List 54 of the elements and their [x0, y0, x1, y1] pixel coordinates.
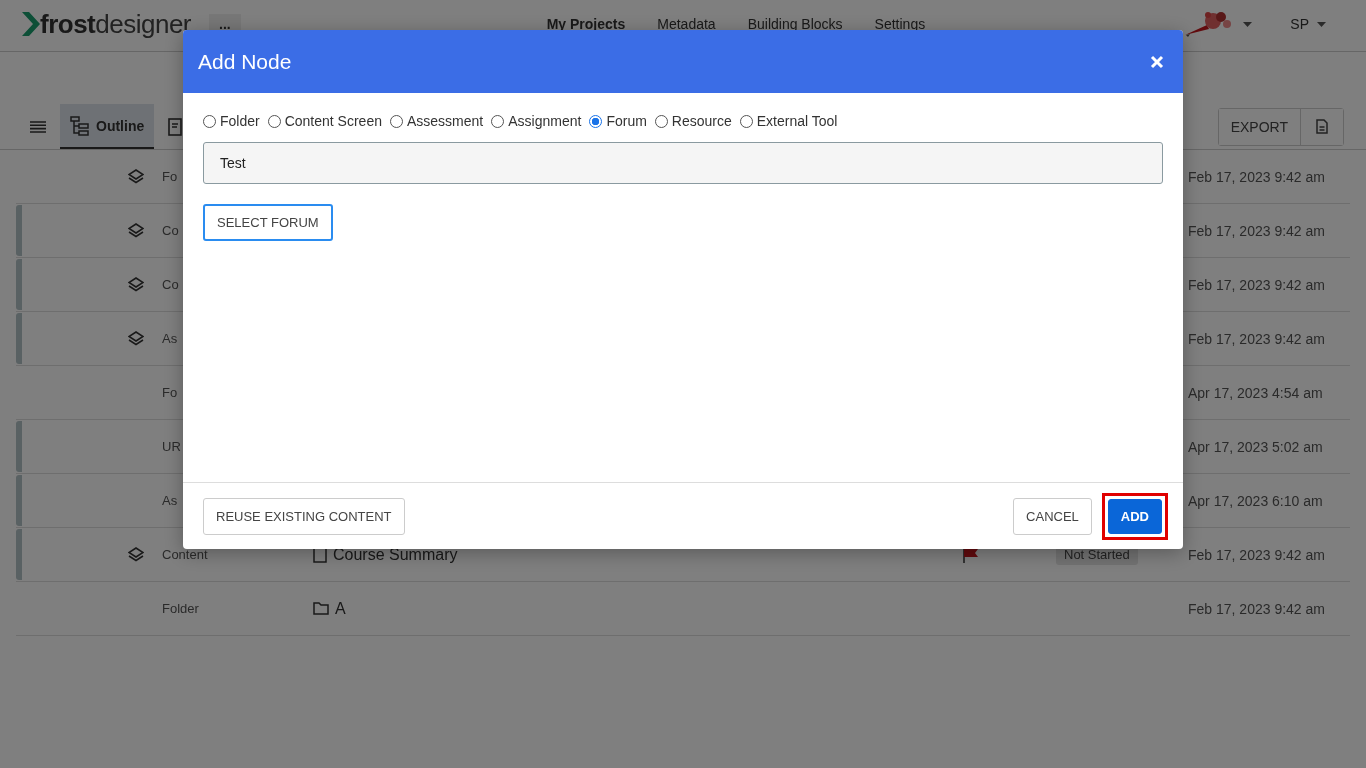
table-row[interactable]: Folder A Feb 17, 2023 9:42 am [16, 582, 1350, 636]
outline-tab[interactable]: Outline [60, 104, 155, 149]
type-label: Fo [162, 385, 178, 400]
type-label: Folder [162, 601, 199, 616]
user-menu[interactable]: SP [1290, 16, 1326, 32]
radio-label[interactable]: Assignment [508, 113, 582, 129]
radio-label[interactable]: Folder [220, 113, 260, 129]
nav-link[interactable]: Settings [858, 16, 942, 32]
select-forum-button[interactable]: SELECT FORUM [203, 204, 333, 241]
date-text: Feb 17, 2023 9:42 am [1188, 168, 1325, 185]
radio-button[interactable] [654, 114, 668, 128]
type-label: Content [162, 547, 208, 562]
caret-icon [1317, 21, 1326, 27]
nav-link[interactable]: Metadata [641, 16, 732, 32]
export-button[interactable]: EXPORT [1218, 108, 1301, 145]
cancel-button[interactable]: CANCEL [1013, 497, 1092, 535]
folder-icon [313, 602, 329, 615]
avatar-dropdown[interactable] [1183, 9, 1253, 39]
dialog-title: Add Node [198, 49, 292, 74]
date-text: Apr 17, 2023 5:02 am [1188, 438, 1323, 455]
type-label: UR [162, 439, 181, 454]
radio-label[interactable]: Resource [671, 113, 732, 129]
date-text: Feb 17, 2023 9:42 am [1188, 276, 1325, 293]
date-text: Feb 17, 2023 9:42 am [1188, 222, 1325, 239]
node-title[interactable]: Course Summary [333, 545, 458, 564]
chevron-icon [22, 12, 40, 36]
date-text: Feb 17, 2023 9:42 am [1188, 600, 1325, 617]
type-label: Co [162, 277, 179, 292]
radio-button[interactable] [589, 114, 603, 128]
type-label: As [162, 331, 178, 346]
name-field[interactable]: Test [203, 142, 1163, 184]
date-text: Apr 17, 2023 6:10 am [1188, 492, 1323, 509]
radio-button[interactable] [390, 114, 403, 128]
reuse-content-button[interactable]: REUSE EXISTING CONTENT [203, 497, 405, 535]
radio-label[interactable]: Content Screen [284, 113, 382, 129]
caret-icon [1243, 21, 1253, 27]
radio-button[interactable] [267, 114, 281, 128]
radio-button[interactable] [491, 114, 505, 128]
type-label: Co [162, 223, 179, 238]
type-label: As [162, 493, 178, 508]
tree-icon [70, 115, 90, 136]
radio-label[interactable]: External Tool [756, 113, 838, 129]
date-text: Feb 17, 2023 9:42 am [1188, 330, 1325, 347]
nav-link[interactable]: Building Blocks [731, 16, 859, 32]
date-text: Apr 17, 2023 4:54 am [1188, 384, 1323, 401]
radio-label[interactable]: Forum [606, 113, 647, 129]
radio-button[interactable] [739, 114, 753, 128]
add-button[interactable]: ADD [1107, 498, 1162, 534]
radio-button[interactable] [203, 114, 216, 128]
type-label: Fo [162, 169, 178, 184]
node-title[interactable]: A [335, 599, 346, 618]
logo[interactable]: frostdesigner [22, 8, 191, 40]
date-text: Feb 17, 2023 9:42 am [1188, 546, 1325, 563]
radio-label[interactable]: Assessment [407, 113, 484, 129]
